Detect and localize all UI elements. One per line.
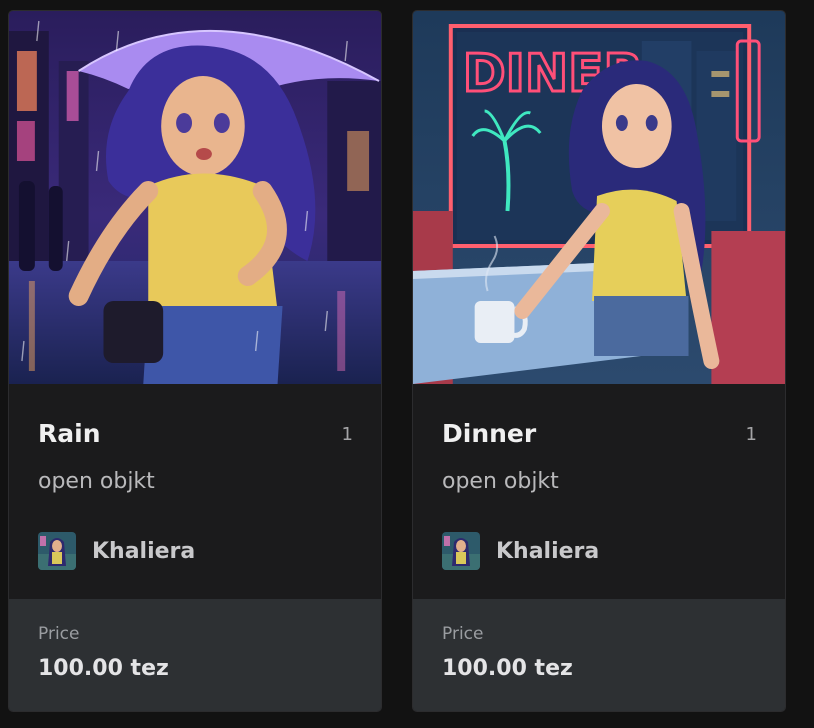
artwork-thumbnail-rain[interactable] [9,11,381,384]
price-panel: Price 100.00 tez [413,599,785,711]
card-title[interactable]: Rain [38,419,101,448]
artist-avatar-icon [442,532,480,570]
card-subtitle: open objkt [442,469,559,494]
card-info: Dinner 1 open objkt Khaliera [413,384,785,599]
edition-count: 1 [745,424,757,445]
price-label: Price [442,624,484,644]
avatar-image [38,532,76,570]
price-panel: Price 100.00 tez [9,599,381,711]
dinner-artwork-image: DINER [413,11,785,384]
price-value: 100.00 tez [442,656,573,681]
artist-avatar-icon [38,532,76,570]
price-label: Price [38,624,80,644]
creator-link[interactable]: Khaliera [38,532,195,570]
creator-name[interactable]: Khaliera [92,539,195,564]
avatar-image [442,532,480,570]
card-subtitle: open objkt [38,469,155,494]
card-info: Rain 1 open objkt Khaliera [9,384,381,599]
edition-count: 1 [341,424,353,445]
creator-name[interactable]: Khaliera [496,539,599,564]
card-title[interactable]: Dinner [442,419,536,448]
nft-card-rain[interactable]: Rain 1 open objkt Khaliera Price 100.00 … [8,10,382,712]
rain-artwork-image [9,11,381,384]
artwork-thumbnail-dinner[interactable]: DINER [413,11,785,384]
price-value: 100.00 tez [38,656,169,681]
creator-link[interactable]: Khaliera [442,532,599,570]
nft-card-dinner[interactable]: DINER Dinner 1 open objkt Khaliera Price… [412,10,786,712]
